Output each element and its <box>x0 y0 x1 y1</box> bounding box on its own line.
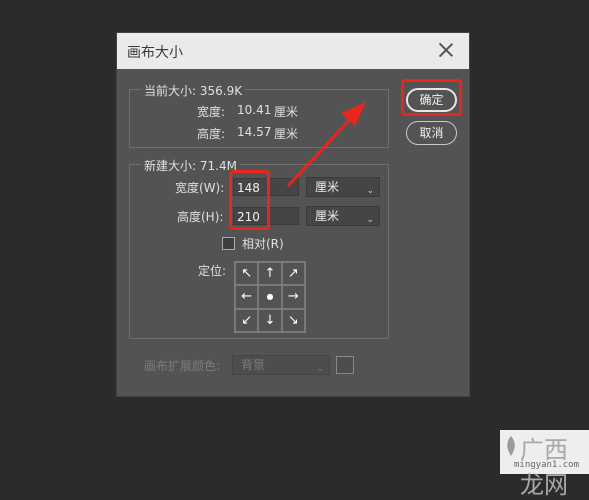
watermark: 广西龙网 mingyan1.com <box>500 430 589 499</box>
watermark-logo-icon <box>507 436 515 456</box>
watermark-url: mingyan1.com <box>514 460 580 470</box>
annotation-arrow-icon <box>286 102 366 188</box>
